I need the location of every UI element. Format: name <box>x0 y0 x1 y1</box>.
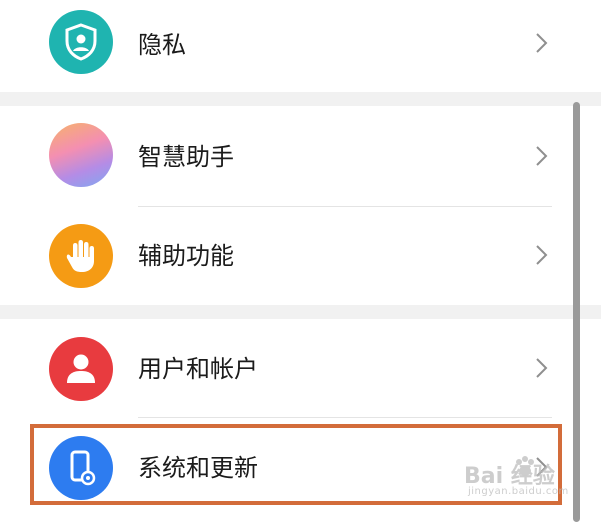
hand-icon <box>49 224 113 288</box>
settings-item-accessibility[interactable]: 辅助功能 <box>0 207 601 305</box>
settings-item-privacy[interactable]: 隐私 <box>0 0 601 92</box>
smart-assistant-icon <box>49 123 113 187</box>
watermark-url: jingyan.baidu.com <box>468 486 569 497</box>
settings-item-users-accounts[interactable]: 用户和帐户 <box>0 319 601 417</box>
chevron-right-icon <box>536 358 548 378</box>
privacy-shield-icon <box>49 10 113 74</box>
chevron-right-icon <box>536 146 548 166</box>
user-icon <box>49 337 113 401</box>
chevron-right-icon <box>536 33 548 53</box>
settings-item-label: 辅助功能 <box>138 242 234 270</box>
chevron-right-icon <box>536 245 548 265</box>
section-gap <box>0 92 601 106</box>
settings-item-label: 用户和帐户 <box>138 355 258 383</box>
baidu-watermark: Bai 经验 jingyan.baidu.com <box>460 452 580 508</box>
settings-item-label: 隐私 <box>138 31 186 59</box>
settings-item-smart-assistant[interactable]: 智慧助手 <box>0 106 601 206</box>
section-gap <box>0 305 601 319</box>
settings-item-label: 智慧助手 <box>138 143 234 171</box>
